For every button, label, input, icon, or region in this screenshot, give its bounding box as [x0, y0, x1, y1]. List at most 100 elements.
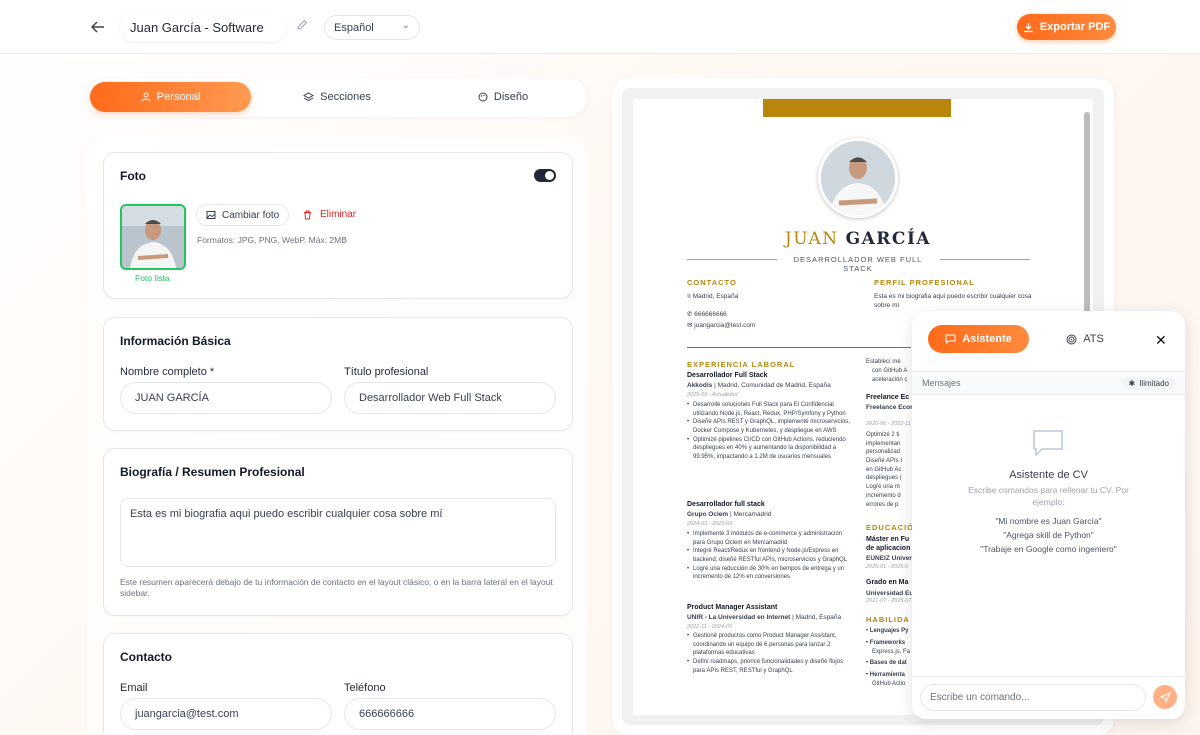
document-title-input[interactable]: Juan García - Software [120, 12, 286, 42]
assistant-panel: Asistente ATS ✕ Mensajes ✱ Ilimitado Asi… [912, 311, 1185, 719]
message-icon [945, 334, 956, 344]
tab-ats[interactable]: ATS [1040, 325, 1130, 353]
user-icon [141, 92, 151, 102]
messages-header: Mensajes ✱ Ilimitado [912, 371, 1185, 395]
cv-right-bullet: con GitHub A [872, 368, 908, 374]
cv-bullet: Definí roadmaps, prioricé funcionalidade… [687, 658, 852, 675]
cv-edu-subtitle: de aplicacion [866, 545, 911, 552]
cv-skills-heading: HABILIDA [866, 615, 910, 624]
preview-scrollbar[interactable] [1084, 112, 1090, 317]
location-pin-icon: ⌾ [687, 293, 691, 300]
language-select[interactable]: Español ⌄ [324, 15, 420, 40]
export-pdf-button[interactable]: Exportar PDF [1017, 14, 1116, 40]
phone-value: 666666666 [359, 708, 415, 720]
pencil-icon[interactable] [296, 19, 310, 33]
cv-job-company: Grupo Oclem | Mercamadrid [687, 510, 771, 519]
cv-phone: ✆ 666666666 [687, 310, 727, 319]
email-label: Email [120, 682, 148, 694]
close-icon[interactable]: ✕ [1155, 332, 1167, 349]
cv-edu-dates: 2021-07 - 2025-07 [866, 598, 912, 604]
cv-skill-detail: GitHub Actio [872, 681, 906, 687]
tab-ats-label: ATS [1083, 333, 1104, 345]
bio-textarea[interactable]: Esta es mi biografia aqui puedo escribir… [120, 498, 556, 567]
cv-right-bullet: incremento d [866, 492, 901, 499]
cv-job-company-name: Grupo Oclem [687, 511, 729, 518]
cv-skill-text: Lenguajes Py [869, 628, 909, 634]
cv-freelance-dates: 2020-06 - 2022-11 [866, 421, 911, 427]
assistant-empty-title: Asistente de CV [1009, 469, 1088, 481]
cv-job-bullets: Implementé 3 módulos de e-commerce y adm… [687, 530, 852, 582]
delete-photo-button[interactable]: Eliminar [303, 209, 356, 220]
professional-title-input[interactable]: Desarrollador Web Full Stack [344, 382, 556, 414]
cv-job-place: | Madrid, España [792, 614, 842, 621]
send-button[interactable] [1153, 685, 1177, 709]
tab-secciones[interactable]: Secciones [257, 82, 417, 112]
contact-card: Contacto Email juangarcia@test.com Teléf… [103, 633, 573, 735]
export-pdf-label: Exportar PDF [1039, 21, 1111, 33]
photo-formats-text: Formatos: JPG, PNG, WebP. Máx: 2MB [197, 235, 347, 245]
example-command[interactable]: "Agrega skill de Python" [912, 530, 1185, 540]
cv-profile-text: Esta es mi biografia aqui puedo escribir… [874, 293, 1032, 310]
professional-title-value: Desarrollador Web Full Stack [359, 392, 502, 404]
phone-field[interactable]: 666666666 [344, 698, 556, 730]
command-input[interactable]: Escribe un comando... [920, 684, 1146, 711]
profile-photo-thumbnail[interactable] [120, 204, 186, 270]
cv-bullet: Desarrolle soluciones Full Stack para El… [687, 401, 852, 418]
chevron-down-icon: ⌄ [401, 20, 410, 31]
cv-divider [687, 347, 911, 348]
email-field[interactable]: juangarcia@test.com [120, 698, 332, 730]
cv-right-bullet: despliegues ( [866, 475, 902, 482]
layers-icon [303, 92, 315, 102]
professional-title-label: Título profesional [344, 366, 429, 378]
photo-card-title: Foto [120, 169, 146, 183]
cv-edu-title: Grado en Ma [866, 579, 909, 586]
sparkle-icon: ✱ [1128, 379, 1136, 388]
example-command[interactable]: "Mi nombre es Juan García" [912, 516, 1185, 526]
photo-toggle[interactable] [534, 169, 556, 182]
tab-personal[interactable]: Personal [90, 82, 251, 112]
tab-personal-label: Personal [156, 91, 201, 103]
cv-contact-heading: CONTACTO [687, 278, 737, 287]
cv-job-company-name: UNIR - La Universidad en Internet [687, 614, 791, 621]
assistant-empty-subtitle: Escribe comandos para rellenar tu CV. Po… [968, 485, 1129, 507]
example-command[interactable]: "Trabaje en Google como ingeniero" [912, 544, 1185, 554]
photo-card: Foto Cambiar foto Eliminar Formatos: JPG… [103, 152, 573, 299]
cv-skills-list: • Lenguajes Py • Frameworks Express.js, … [866, 627, 910, 689]
cv-phone-text: 666666666 [694, 311, 727, 318]
cv-job-bullets: Desarrolle soluciones Full Stack para El… [687, 401, 852, 462]
messages-label: Mensajes [922, 378, 961, 388]
chat-bubble-icon [1033, 430, 1063, 456]
contact-title: Contacto [120, 650, 172, 664]
unlimited-label: Ilimitado [1139, 379, 1169, 388]
target-icon [1066, 334, 1077, 344]
full-name-input[interactable]: JUAN GARCÍA [120, 382, 332, 414]
change-photo-button[interactable]: Cambiar foto [196, 204, 290, 226]
tab-diseno[interactable]: Diseño [423, 82, 583, 112]
back-arrow-icon[interactable] [87, 16, 109, 38]
cv-freelance-company: Freelance Econ [866, 404, 915, 411]
cv-bullet: Optimizé pipelines CI/CD con GitHub Acti… [687, 436, 852, 462]
cv-right-bullet: Diseñé APIs I [866, 458, 903, 465]
cv-role-line-right [940, 259, 1030, 260]
cv-job-title: Product Manager Assistant [687, 604, 778, 611]
cv-skill: • Lenguajes Py [866, 628, 909, 634]
cv-right-bullet: Optimizé 2 ti [866, 432, 900, 438]
cv-job-company: UNIR - La Universidad en Internet | Madr… [687, 613, 841, 622]
cv-skill-text: Frameworks [869, 640, 906, 646]
cv-bullet: Diseñé APIs REST y GraphQL, implementé m… [687, 418, 852, 435]
send-icon [1159, 691, 1171, 703]
email-value: juangarcia@test.com [135, 708, 239, 720]
cv-job-dates: 2022-11 - 2024-03 [687, 624, 732, 630]
editor-tabs: Personal Secciones Diseño [87, 78, 587, 117]
bio-title: Biografía / Resumen Profesional [120, 465, 305, 479]
unlimited-badge: ✱ Ilimitado [1122, 377, 1175, 390]
bio-card: Biografía / Resumen Profesional Esta es … [103, 448, 573, 616]
cv-profile-heading: PERFIL PROFESIONAL [874, 278, 975, 287]
cv-job-dates: 2024-03 - 2025-09 [687, 521, 733, 527]
cv-avatar [818, 138, 898, 218]
photo-status: Foto lista [135, 273, 170, 283]
cv-edu-title: Máster en Fu [866, 536, 910, 543]
cv-right-bullet: errores de p [866, 501, 899, 508]
tab-assistant[interactable]: Asistente [928, 325, 1029, 353]
cv-skill: • Herramienta [866, 672, 905, 678]
